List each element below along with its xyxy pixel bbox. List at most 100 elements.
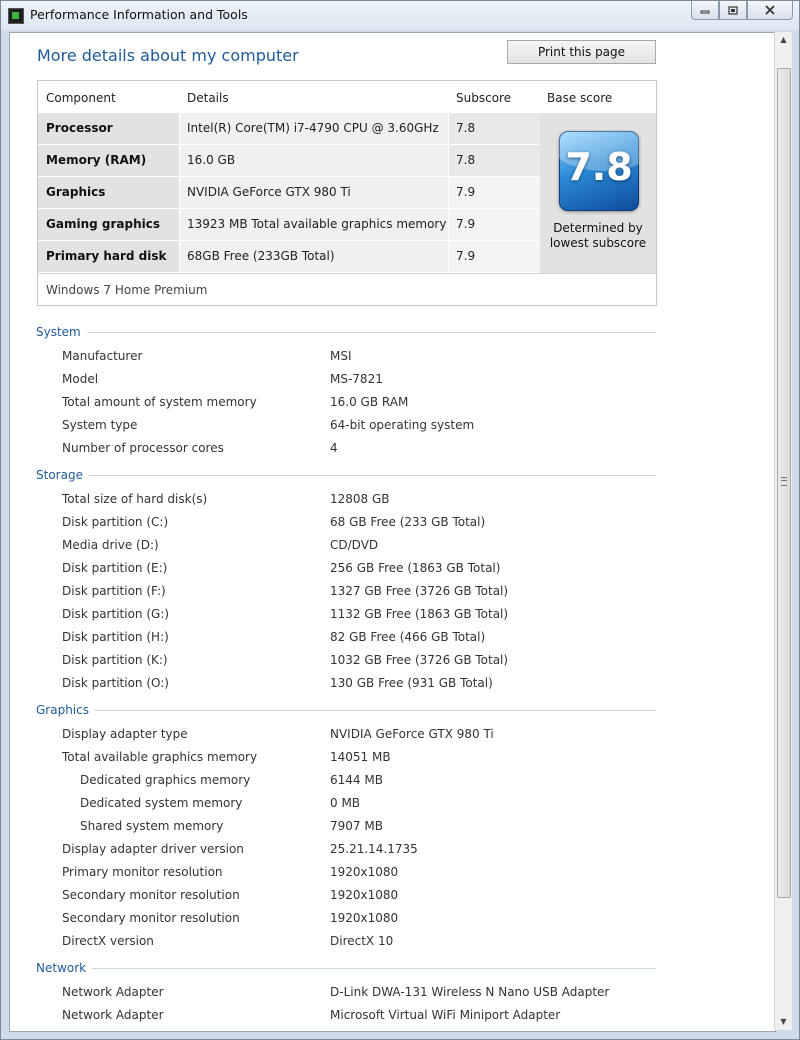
score-row-primary-hard-disk: Primary hard disk 68GB Free (233GB Total… — [38, 241, 540, 273]
component-name: Gaming graphics — [38, 209, 179, 240]
info-value: 6144 MB — [330, 773, 383, 787]
info-label: Total amount of system memory — [62, 395, 257, 409]
component-subscore: 7.8 — [449, 113, 540, 144]
info-value: 12808 GB — [330, 492, 390, 506]
window-controls — [691, 1, 793, 21]
component-subscore: 7.9 — [449, 241, 540, 272]
base-caption-line1: Determined by — [553, 221, 643, 235]
component-name: Memory (RAM) — [38, 145, 179, 176]
section-network: Network — [36, 961, 656, 975]
minimize-icon — [700, 10, 710, 14]
info-value: Microsoft Virtual WiFi Miniport Adapter — [330, 1008, 561, 1022]
info-label: Display adapter type — [62, 727, 188, 741]
component-details: 68GB Free (233GB Total) — [180, 241, 448, 272]
component-subscore: 7.9 — [449, 177, 540, 208]
scroll-up-arrow-icon[interactable]: ▲ — [775, 32, 792, 48]
component-name: Processor — [38, 113, 179, 144]
info-label: Network Adapter — [62, 1008, 164, 1022]
info-value: 1032 GB Free (3726 GB Total) — [330, 653, 509, 667]
info-label: System type — [62, 418, 138, 432]
section-title: System — [36, 325, 87, 339]
info-label: Disk partition (H:) — [62, 630, 169, 644]
window-title: Performance Information and Tools — [30, 7, 248, 22]
score-table: Component Details Subscore Base score Pr… — [37, 80, 657, 306]
info-label: DirectX version — [62, 934, 154, 948]
info-value: 0 MB — [330, 796, 361, 810]
maximize-button[interactable] — [719, 1, 747, 20]
info-label: Secondary monitor resolution — [62, 911, 240, 925]
close-icon — [765, 5, 775, 15]
base-caption-line2: lowest subscore — [549, 236, 647, 250]
info-label: Dedicated graphics memory — [80, 773, 251, 787]
info-label: Manufacturer — [62, 349, 143, 363]
section-divider — [36, 968, 656, 969]
section-system: System — [36, 325, 656, 339]
page-heading: More details about my computer — [37, 46, 299, 65]
scroll-down-arrow-icon[interactable]: ▼ — [775, 1014, 792, 1030]
scroll-thumb[interactable] — [777, 68, 791, 898]
info-label: Network Adapter — [62, 985, 164, 999]
performance-app-icon — [8, 8, 24, 24]
close-button[interactable] — [747, 1, 793, 20]
section-divider — [36, 332, 656, 333]
info-value: 4 — [330, 441, 338, 455]
score-row-gaming-graphics: Gaming graphics 13923 MB Total available… — [38, 209, 540, 241]
info-label: Total size of hard disk(s) — [62, 492, 208, 506]
info-label: Primary monitor resolution — [62, 865, 223, 879]
grip-icon — [781, 477, 787, 486]
component-subscore: 7.8 — [449, 145, 540, 176]
component-details: 16.0 GB — [180, 145, 448, 176]
info-value: 25.21.14.1735 — [330, 842, 418, 856]
component-name: Graphics — [38, 177, 179, 208]
header-subscore: Subscore — [456, 91, 512, 105]
component-details: 13923 MB Total available graphics memory — [180, 209, 448, 240]
info-value: 68 GB Free (233 GB Total) — [330, 515, 486, 529]
header-details: Details — [187, 91, 229, 105]
info-value: 1327 GB Free (3726 GB Total) — [330, 584, 509, 598]
section-divider — [36, 710, 656, 711]
component-name: Primary hard disk — [38, 241, 179, 272]
info-value: MS-7821 — [330, 372, 383, 386]
section-storage: Storage — [36, 468, 656, 482]
info-label: Disk partition (C:) — [62, 515, 169, 529]
score-row-memory: Memory (RAM) 16.0 GB 7.8 — [38, 145, 540, 177]
info-label: Disk partition (G:) — [62, 607, 170, 621]
info-label: Disk partition (O:) — [62, 676, 169, 690]
vertical-scrollbar[interactable]: ▲ ▼ — [774, 32, 792, 1030]
info-value: 16.0 GB RAM — [330, 395, 409, 409]
base-score-panel: 7.8 Determined by lowest subscore — [540, 113, 656, 273]
info-value: 256 GB Free (1863 GB Total) — [330, 561, 501, 575]
score-row-processor: Processor Intel(R) Core(TM) i7-4790 CPU … — [38, 113, 540, 145]
info-label: Dedicated system memory — [80, 796, 243, 810]
window: Performance Information and Tools More d… — [0, 0, 800, 1040]
info-value: 1920x1080 — [330, 911, 399, 925]
base-score-caption: Determined by lowest subscore — [540, 221, 656, 251]
windows-edition: Windows 7 Home Premium — [38, 273, 656, 305]
info-label: Model — [62, 372, 99, 386]
section-title: Graphics — [36, 703, 95, 717]
info-value: 1920x1080 — [330, 865, 399, 879]
info-label: Display adapter driver version — [62, 842, 244, 856]
score-row-graphics: Graphics NVIDIA GeForce GTX 980 Ti 7.9 — [38, 177, 540, 209]
info-label: Total available graphics memory — [62, 750, 258, 764]
info-value: 64-bit operating system — [330, 418, 475, 432]
info-label: Number of processor cores — [62, 441, 224, 455]
info-value: 1920x1080 — [330, 888, 399, 902]
section-divider — [36, 475, 656, 476]
base-score-badge: 7.8 — [559, 131, 639, 211]
info-label: Disk partition (E:) — [62, 561, 168, 575]
info-value: 82 GB Free (466 GB Total) — [330, 630, 486, 644]
header-component: Component — [46, 91, 116, 105]
maximize-icon — [728, 5, 738, 15]
info-label: Secondary monitor resolution — [62, 888, 240, 902]
print-page-button[interactable]: Print this page — [507, 40, 656, 64]
section-title: Network — [36, 961, 93, 975]
component-subscore: 7.9 — [449, 209, 540, 240]
info-label: Shared system memory — [80, 819, 224, 833]
minimize-button[interactable] — [691, 1, 719, 20]
info-label: Media drive (D:) — [62, 538, 159, 552]
info-value: NVIDIA GeForce GTX 980 Ti — [330, 727, 494, 741]
info-value: MSI — [330, 349, 352, 363]
section-graphics: Graphics — [36, 703, 656, 717]
title-bar[interactable]: Performance Information and Tools — [1, 1, 799, 30]
